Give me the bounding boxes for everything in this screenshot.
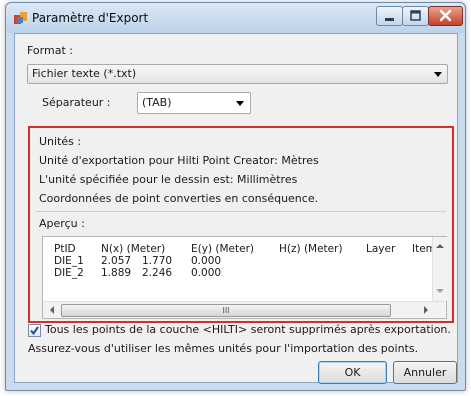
scroll-down-icon[interactable] <box>436 288 444 294</box>
units-drawing-unit-text: L'unité spécifiée pour le dessin est: Mi… <box>39 173 298 186</box>
separator-dropdown[interactable]: (TAB) <box>137 92 251 114</box>
export-settings-dialog: Paramètre d'Export Format : Fichier text… <box>5 2 466 391</box>
format-label: Format : <box>27 44 73 57</box>
separator-label: Séparateur : <box>42 96 111 109</box>
table-cell: 1.889 <box>101 267 132 279</box>
table-cell: DIE_2 <box>54 267 84 279</box>
column-header: E(y) (Meter) <box>191 243 254 255</box>
close-button[interactable] <box>428 6 463 26</box>
delete-points-label[interactable]: Tous les points de la couche <HILTI> ser… <box>45 323 451 336</box>
preview-label: Aperçu : <box>39 217 85 230</box>
window-title: Paramètre d'Export <box>32 11 149 25</box>
close-icon <box>439 9 452 22</box>
preview-list[interactable]: PtID N(x) (Meter) E(y) (Meter) H(z) (Met… <box>42 236 447 319</box>
maximize-button[interactable] <box>402 6 429 26</box>
table-cell: DIE_1 <box>54 255 84 267</box>
table-cell: 0.000 <box>191 255 222 267</box>
scroll-up-icon[interactable] <box>436 243 444 249</box>
delete-points-checkbox[interactable] <box>28 324 41 337</box>
minimize-icon <box>385 18 394 21</box>
table-cell: 0.000 <box>191 267 222 279</box>
units-label: Unités : <box>39 135 82 148</box>
table-cell: 1.770 <box>142 255 173 267</box>
maximize-icon <box>410 10 421 21</box>
app-icon <box>14 12 27 24</box>
table-cell: 2.057 <box>101 255 132 267</box>
column-header: Layer <box>366 243 396 255</box>
dialog-client-area: Format : Fichier texte (*.txt) Séparateu… <box>14 33 458 384</box>
units-preview-group: Unités : Unité d'exportation pour Hilti … <box>28 126 454 323</box>
vertical-scrollbar[interactable] <box>432 237 447 301</box>
title-bar[interactable]: Paramètre d'Export <box>6 3 465 33</box>
divider <box>36 211 446 212</box>
format-dropdown[interactable]: Fichier texte (*.txt) <box>27 64 448 84</box>
checkmark-icon <box>30 326 39 336</box>
units-note-text: Assurez-vous d'utiliser les mêmes unités… <box>28 342 419 355</box>
separator-selected-value: (TAB) <box>142 96 172 109</box>
column-header: H(z) (Meter) <box>279 243 343 255</box>
ok-button[interactable]: OK <box>318 361 387 384</box>
table-cell: 2.246 <box>142 267 173 279</box>
scroll-thumb[interactable]: III <box>61 304 391 317</box>
cancel-button[interactable]: Annuler <box>393 361 457 384</box>
chevron-down-icon <box>434 72 442 77</box>
units-export-unit-text: Unité d'exportation pour Hilti Point Cre… <box>39 154 319 167</box>
column-header: Item Nc <box>412 243 432 255</box>
horizontal-scrollbar[interactable]: III <box>43 301 446 318</box>
units-conversion-text: Coordonnées de point converties en consé… <box>39 192 319 205</box>
scroll-left-icon[interactable] <box>49 306 55 314</box>
column-header: PtID <box>54 243 76 255</box>
chevron-down-icon <box>236 101 244 106</box>
minimize-button[interactable] <box>376 6 403 26</box>
scroll-right-icon[interactable] <box>423 306 429 314</box>
format-selected-value: Fichier texte (*.txt) <box>32 67 137 80</box>
column-header: N(x) (Meter) <box>101 243 166 255</box>
